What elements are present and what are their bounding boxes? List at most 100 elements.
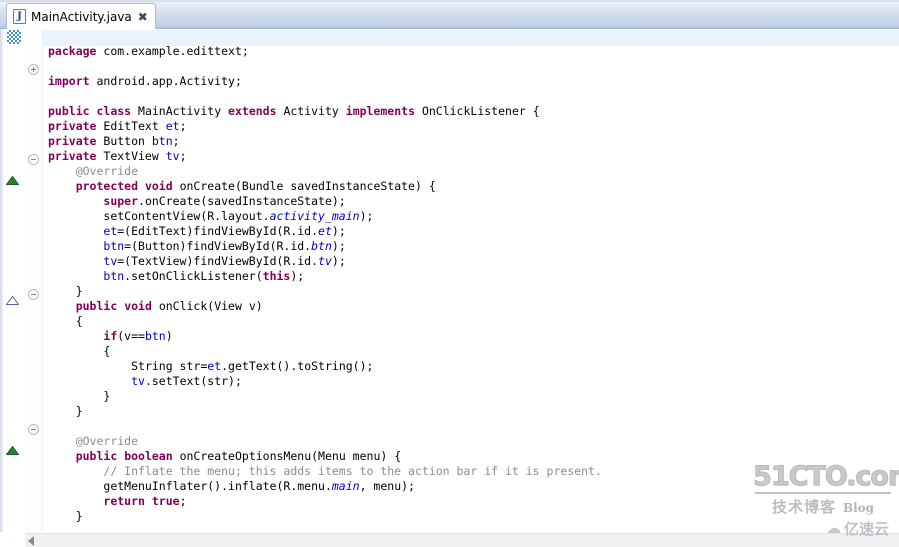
code-line: btn=(Button)findViewById(R.id.btn); [48, 239, 602, 254]
code-line: getMenuInflater().inflate(R.menu.main, m… [48, 479, 602, 494]
code-line: String str=et.getText().toString(); [48, 359, 602, 374]
code-token: android.app.Activity; [89, 73, 242, 88]
code-token: package [48, 43, 97, 58]
code-token: ; [172, 133, 180, 148]
code-token: et [318, 223, 332, 238]
code-token: // Inflate the menu; this adds items to … [103, 463, 602, 478]
code-token: TextView [96, 148, 166, 163]
code-token: Activity [276, 103, 346, 118]
code-token: =(Button)findViewById(R.id. [124, 238, 312, 253]
code-token: public [75, 298, 118, 313]
code-token: tv [318, 253, 332, 268]
code-line: super.onCreate(savedInstanceState); [48, 194, 602, 209]
code-line: protected void onCreate(Bundle savedInst… [48, 179, 602, 194]
code-token: protected [75, 178, 139, 193]
code-token: .onCreate(savedInstanceState); [138, 193, 346, 208]
folding-ruler[interactable] [25, 29, 43, 532]
code-token: super [103, 193, 139, 208]
code-token: private [48, 148, 97, 163]
code-token: onCreateOptionsMenu(Menu menu) { [172, 448, 402, 463]
overrides-method-marker[interactable] [5, 440, 20, 459]
code-token: true [151, 493, 180, 508]
code-token: ); [331, 253, 346, 268]
fold-expand-icon[interactable] [28, 64, 39, 75]
code-token: void [144, 178, 173, 193]
code-line: setContentView(R.layout.activity_main); [48, 209, 602, 224]
code-token: onClick(View v) [151, 298, 263, 313]
changed-line-marker[interactable] [7, 30, 21, 44]
code-line: private EditText et; [48, 119, 602, 134]
code-token: tv [103, 253, 118, 268]
code-token: import [48, 73, 90, 88]
code-token: boolean [124, 448, 173, 463]
fold-collapse-icon[interactable] [28, 424, 39, 435]
code-token: main [331, 478, 360, 493]
code-canvas[interactable]: package com.example.edittext; import and… [43, 29, 899, 532]
code-line: private Button btn; [48, 134, 602, 149]
code-token: (v== [117, 328, 145, 343]
source-editor[interactable]: package com.example.edittext; import and… [0, 29, 899, 532]
code-token: btn [151, 133, 173, 148]
code-line: package com.example.edittext; [48, 44, 602, 59]
code-token: activity_main [269, 208, 360, 223]
code-token: public [48, 103, 90, 118]
code-token: String str= [131, 358, 208, 373]
code-token: } [75, 283, 83, 298]
code-token: tv [165, 148, 180, 163]
code-token: =(EditText)findViewById(R.id. [117, 223, 319, 238]
code-token: @Override [75, 433, 139, 448]
code-token: tv [131, 373, 145, 388]
code-line: @Override [48, 164, 602, 179]
code-token: ); [331, 223, 346, 238]
implements-method-marker[interactable] [5, 170, 20, 189]
code-token: et [103, 223, 118, 238]
code-token: et [165, 118, 180, 133]
implements-method-marker[interactable] [5, 290, 20, 309]
code-token: private [48, 133, 97, 148]
code-token: public [75, 448, 118, 463]
code-line: { [48, 344, 602, 359]
code-line: tv.setText(str); [48, 374, 602, 389]
code-line: tv=(TextView)findViewById(R.id.tv); [48, 254, 602, 269]
code-token: ; [179, 493, 187, 508]
code-token: MainActivity [131, 103, 229, 118]
code-token: , menu); [359, 478, 415, 493]
code-line: } [48, 404, 602, 419]
code-line: public class MainActivity extends Activi… [48, 104, 602, 119]
tab-mainactivity-java[interactable]: MainActivity.java ✖ [6, 3, 156, 29]
code-token: Button [96, 133, 152, 148]
horizontal-scrollbar[interactable] [25, 532, 899, 547]
code-token: .getText().toString(); [221, 358, 374, 373]
horizontal-scrollbar-area[interactable] [0, 532, 899, 547]
code-token: =(TextView)findViewById(R.id. [117, 253, 319, 268]
fold-collapse-icon[interactable] [28, 289, 39, 300]
code-token: getMenuInflater().inflate(R.menu. [103, 478, 332, 493]
code-token: { [103, 343, 111, 358]
code-line: } [48, 389, 602, 404]
code-line: } [48, 284, 602, 299]
tab-bar-top-highlight [0, 0, 899, 2]
scroll-left-arrow-icon[interactable] [28, 535, 34, 546]
code-line: public boolean onCreateOptionsMenu(Menu … [48, 449, 602, 464]
code-line: @Override [48, 434, 602, 449]
code-token: } [103, 388, 111, 403]
source-code-text[interactable]: package com.example.edittext; import and… [48, 44, 602, 524]
code-token: com.example.edittext; [96, 43, 249, 58]
annotation-ruler[interactable] [3, 29, 25, 532]
editor-tab-bar: MainActivity.java ✖ [0, 0, 899, 29]
code-token: this [262, 268, 291, 283]
code-token: } [75, 508, 83, 523]
code-token: onCreate(Bundle savedInstanceState) { [172, 178, 436, 193]
code-token: et [207, 358, 222, 373]
code-line: } [48, 509, 602, 524]
code-token: btn [311, 238, 332, 253]
code-line: import android.app.Activity; [48, 74, 602, 89]
java-file-icon [13, 9, 26, 24]
tab-label: MainActivity.java [31, 9, 132, 24]
close-icon[interactable]: ✖ [138, 11, 148, 23]
code-token: ; [179, 148, 187, 163]
fold-collapse-icon[interactable] [28, 154, 39, 165]
code-line: et=(EditText)findViewById(R.id.et); [48, 224, 602, 239]
